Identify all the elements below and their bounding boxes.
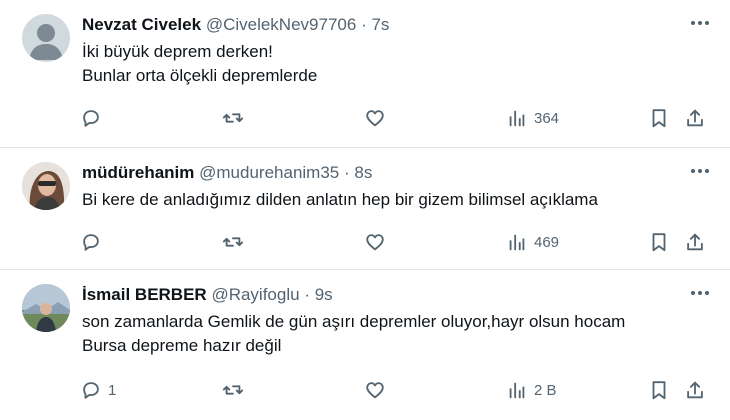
tweet-header: Nevzat Civelek @CivelekNev97706 · 7s [82,14,389,36]
like-button[interactable] [364,378,386,402]
timestamp[interactable]: 9s [315,285,333,304]
heart-icon [366,234,384,251]
tweet-actions: 364 [0,106,730,130]
share-button[interactable] [684,378,706,402]
reply-button[interactable] [80,106,108,130]
user-name[interactable]: İsmail BERBER [82,285,207,304]
avatar[interactable] [22,14,70,62]
retweet-icon [222,385,244,395]
heart-icon [366,110,384,127]
more-icon [691,169,709,173]
views-count: 469 [534,233,560,251]
tweet-text-line: İki büyük deprem derken! [82,42,273,61]
retweet-icon [222,237,244,247]
more-icon [691,291,709,295]
bookmark-icon [652,381,666,400]
reply-icon [83,382,99,399]
views-button[interactable]: 364 [506,106,559,130]
user-handle[interactable]: @CivelekNev97706 [206,15,357,34]
avatar[interactable] [22,162,70,210]
avatar[interactable] [22,284,70,332]
user-handle[interactable]: @Rayifoglu [211,285,299,304]
reply-count: 1 [108,381,117,399]
more-options-button[interactable] [686,160,714,182]
heart-icon [366,382,384,399]
tweet-header: İsmail BERBER @Rayifoglu · 9s [82,284,333,306]
bookmark-button[interactable] [648,230,670,254]
views-icon [509,110,525,127]
tweet-text: son zamanlarda Gemlik de gün aşırı depre… [82,310,706,358]
views-button[interactable]: 2 B [506,378,557,402]
tweet-text-line: Bunlar orta ölçekli depremlerde [82,66,318,85]
bookmark-icon [652,233,666,252]
tweet-text: İki büyük deprem derken! Bunlar orta ölç… [82,40,706,88]
tweet-actions: 469 [0,230,730,254]
retweet-button[interactable] [222,230,244,254]
more-icon [691,21,709,25]
share-button[interactable] [684,106,706,130]
profile-photo-icon [22,284,70,332]
share-icon [687,381,703,399]
retweet-button[interactable] [222,106,244,130]
bookmark-icon [652,109,666,128]
profile-photo-icon [22,162,70,210]
bookmark-button[interactable] [648,378,670,402]
bookmark-button[interactable] [648,106,670,130]
more-options-button[interactable] [686,12,714,34]
user-handle[interactable]: @mudurehanim35 [199,163,339,182]
more-options-button[interactable] [686,282,714,304]
reply-icon [83,234,99,251]
tweet-text-line: Bi kere de anladığımız dilden anlatın he… [82,190,598,209]
tweet-text-line: son zamanlarda Gemlik de gün aşırı depre… [82,312,626,331]
views-icon [509,234,525,251]
share-icon [687,233,703,251]
views-button[interactable]: 469 [506,230,559,254]
tweet[interactable]: İsmail BERBER @Rayifoglu · 9s son zamanl… [0,270,730,420]
views-count: 2 B [534,381,557,399]
reply-button[interactable] [80,230,108,254]
retweet-icon [222,113,244,123]
separator-dot: · [304,285,310,304]
tweet[interactable]: müdürehanim @mudurehanim35 · 8s Bi kere … [0,148,730,270]
tweet[interactable]: Nevzat Civelek @CivelekNev97706 · 7s İki… [0,0,730,148]
tweet-header: müdürehanim @mudurehanim35 · 8s [82,162,372,184]
reply-icon [83,110,99,127]
tweet-text-line: Bursa depreme hazır değil [82,336,282,355]
tweet-text: Bi kere de anladığımız dilden anlatın he… [82,188,706,212]
views-count: 364 [534,109,560,127]
user-name[interactable]: Nevzat Civelek [82,15,201,34]
timestamp[interactable]: 8s [354,163,372,182]
reply-button[interactable]: 1 [80,378,116,402]
like-button[interactable] [364,106,386,130]
separator-dot: · [361,15,367,34]
tweet-actions: 1 2 B [0,378,730,402]
timestamp[interactable]: 7s [371,15,389,34]
like-button[interactable] [364,230,386,254]
views-icon [509,382,525,399]
retweet-button[interactable] [222,378,244,402]
share-button[interactable] [684,230,706,254]
user-name[interactable]: müdürehanim [82,163,194,182]
separator-dot: · [343,163,350,182]
share-icon [687,109,703,127]
default-avatar-icon [29,24,63,60]
